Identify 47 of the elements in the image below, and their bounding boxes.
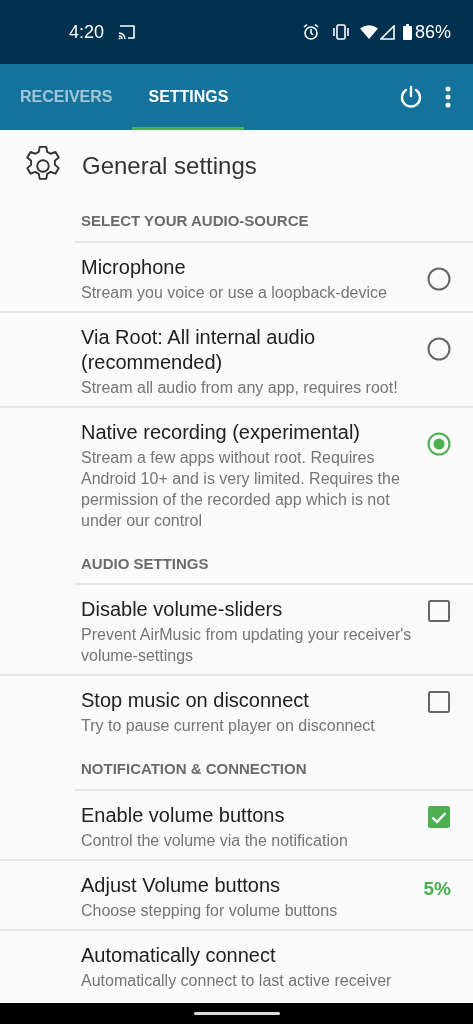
preference-row[interactable]: Enable volume buttons Control the volume via the notification [0,790,473,861]
preference-summary: Stream you voice or use a loopback-device [81,282,388,303]
wifi-icon [359,25,378,39]
cast-icon [118,24,137,40]
page-title: General settings [82,151,257,181]
preference-title: Via Root: All internal audio (recommended) [81,324,317,375]
checkbox[interactable] [427,690,451,714]
vibrate-icon [331,24,350,40]
preference-row[interactable]: Adjust Volume buttons Choose stepping for volume buttons 5% [0,860,473,931]
status-time: 4:20 [69,20,105,44]
preference-summary: Try to pause current player on disconnect [81,716,376,736]
alarm-icon [301,23,320,41]
preference-row[interactable]: Via Root: All internal audio (recommended) Stream all audio from any app, requires root! [0,312,473,408]
preference-title: Native recording (experimental) [81,419,361,445]
battery-icon [402,24,412,40]
tab[interactable]: SETTINGS [132,64,245,130]
section-header: SELECT YOUR AUDIO-SOURCE [81,211,310,231]
section-header: AUDIO SETTINGS [81,553,210,574]
preference-value: 5% [423,876,451,901]
radio-button[interactable] [427,431,451,456]
preference-title: Automatically connect [81,942,277,968]
preference-row[interactable]: Automatically connect Automatically connect to last active receiver [0,930,473,1003]
preference-row[interactable]: Stop music on disconnect Try to pause current player on disconnect [0,676,473,750]
signal-icon [379,24,395,40]
preference-summary: Control the volume via the notification [81,830,349,851]
preference-summary: Stream all audio from any app, requires root! [81,377,399,398]
checkbox[interactable] [427,599,451,623]
preference-summary: Automatically connect to last active receiver [81,970,393,991]
radio-button[interactable] [427,336,451,361]
preference-summary: Stream a few apps without root. Requires Android 10+ and is very limited. Requires the permission of the recorded app which is not under our control [81,447,401,531]
preference-row[interactable]: Microphone Stream you voice or use a loopback-device [0,242,473,313]
preference-title: Microphone [81,254,187,280]
preference-title: Stop music on disconnect [81,688,310,713]
preference-title: Adjust Volume buttons [81,872,281,898]
section-header: NOTIFICATION & CONNECTION [81,759,308,779]
preference-summary: Prevent AirMusic from updating your receiver's volume-settings [81,625,413,666]
checkbox[interactable] [427,804,451,829]
power-icon[interactable] [399,85,423,109]
more-options-icon[interactable] [445,86,451,108]
preference-summary: Choose stepping for volume buttons [81,900,339,921]
preference-row[interactable]: Disable volume-sliders Prevent AirMusic from updating your receiver's volume-settings [0,585,473,676]
battery-percent: 86% [414,20,451,44]
preference-title: Disable volume-sliders [81,597,284,622]
home-handle[interactable] [193,1012,280,1015]
preference-title: Enable volume buttons [81,802,286,828]
preference-row[interactable]: Native recording (experimental) Stream a few apps without root. Requires Android 10+ and is very limited. Requires the permission of the recorded app which is not under our control [0,407,473,545]
radio-button[interactable] [427,266,451,291]
